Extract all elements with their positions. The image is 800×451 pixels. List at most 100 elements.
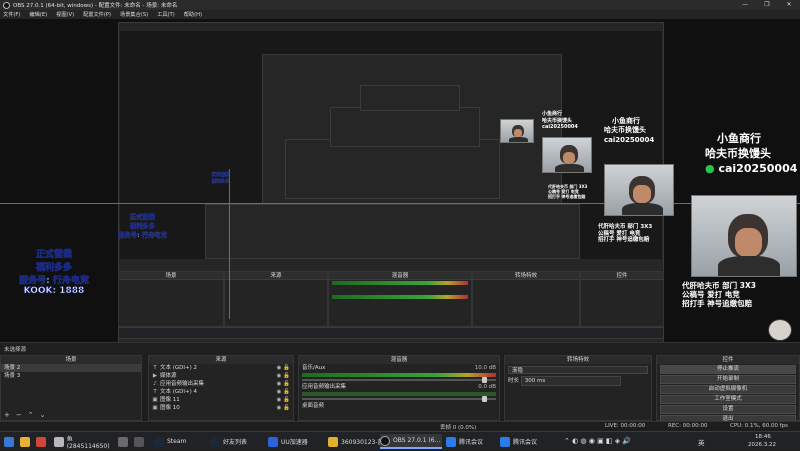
add-icon[interactable]: + xyxy=(4,411,10,419)
source-item[interactable]: ▣ 图像 11 ◉ 🔓 xyxy=(149,396,293,404)
taskbar-label: UU加速器 xyxy=(281,439,308,446)
settings-button[interactable]: 设置 xyxy=(660,405,796,414)
source-item[interactable]: ▣ 图像 10 ◉ 🔓 xyxy=(149,404,293,412)
close-button[interactable]: ✕ xyxy=(778,0,800,10)
menu-profile[interactable]: 配置文件(P) xyxy=(83,11,111,18)
visibility-icon[interactable]: ◉ 🔓 xyxy=(277,396,290,404)
scene-item[interactable]: 场景 2 xyxy=(1,364,141,372)
source-item[interactable]: T 文本 (GDI+) 4 ◉ 🔓 xyxy=(149,388,293,396)
shop-text-small: 小鱼商行 哈夫币换馒头 cai20250004 xyxy=(542,111,578,131)
menu-tools[interactable]: 工具(T) xyxy=(157,11,175,18)
taskbar-item[interactable]: 好友列表 xyxy=(210,434,266,449)
inner-sources-dock: 来源 xyxy=(224,271,328,327)
visibility-icon[interactable]: ◉ 🔓 xyxy=(277,404,290,412)
taskbar-item[interactable]: Steam xyxy=(154,434,206,449)
taskbar-item[interactable]: 360930123-蓝 xyxy=(328,434,388,449)
menu-view[interactable]: 视图(V) xyxy=(56,11,74,18)
start-recording-button[interactable]: 开始录制 xyxy=(660,375,796,384)
remove-icon[interactable]: − xyxy=(16,411,22,419)
audio-meter xyxy=(302,392,496,396)
app-icon xyxy=(134,436,144,447)
duration-row: 时长 300 ms xyxy=(505,376,651,386)
sticker-line-2: 福利多多 xyxy=(35,263,73,274)
webcam-small xyxy=(542,137,592,173)
app-button[interactable] xyxy=(36,434,49,449)
volume-slider[interactable] xyxy=(302,377,496,383)
taskbar-item-active[interactable]: OBS 27.0.1 (6... xyxy=(380,434,442,449)
sticker-line-1: 正式營業 xyxy=(35,250,73,261)
audio-mixer-dock: 混音器 音乐/Aux 10.0 dB 应用音频输出采集 0.0 dB 桌面音频 xyxy=(298,355,500,421)
ad-line-2: 公稿号 爱打 电竞 xyxy=(682,290,740,299)
transition-select[interactable]: 渐隐 xyxy=(508,366,648,374)
source-item[interactable]: T 文本 (GDI+) 2 ◉ 🔓 xyxy=(149,364,293,372)
mixer-channel-1: 音乐/Aux 10.0 dB xyxy=(299,364,499,372)
ad-text-medium: 代肝哈夫币 部门 3X3 公稿号 爱打 电竞 招打手 神号追缴包赔 xyxy=(598,224,652,244)
meeting-icon xyxy=(500,436,510,447)
taskbar-pin[interactable] xyxy=(134,434,147,449)
sticker-line-4: KOOK: 1888 xyxy=(23,286,85,297)
tray-icons[interactable]: ⌃ ◐ ◍ ◉ ▣ ◧ ◈ 🔊 xyxy=(564,437,631,445)
visibility-icon[interactable]: ◉ 🔓 xyxy=(277,364,290,372)
sticker-medium-line-1: 正式營業 xyxy=(129,214,156,222)
shop-text-large: 小鱼商行 哈夫币换馒头 ● cai20250004 xyxy=(705,132,797,177)
studio-mode-button[interactable]: 工作室模式 xyxy=(660,395,796,404)
sticker-large: 正式營業 福利多多 服务号: 行舟电竞 KOOK: 1888 xyxy=(2,247,106,297)
sticker-small-line-2: 福利多多 xyxy=(211,179,230,184)
taskbar-item[interactable]: 鱼(2845114650) xyxy=(54,434,114,450)
inner-sources-title: 来源 xyxy=(225,272,327,280)
stop-streaming-button[interactable]: 停止推流 xyxy=(660,365,796,374)
visibility-icon[interactable]: ◉ 🔓 xyxy=(277,388,290,396)
scene-item[interactable]: 场景 3 xyxy=(1,372,141,380)
windows-logo-icon xyxy=(4,436,14,447)
clock-date[interactable]: 2026.3.22 xyxy=(748,442,776,448)
source-label: 文本 (GDI+) 4 xyxy=(160,389,198,395)
source-item[interactable]: ▶ 媒体源 ◉ 🔓 xyxy=(149,372,293,380)
virtual-camera-button[interactable]: 启动虚拟摄像机 xyxy=(660,385,796,394)
text-icon: T xyxy=(153,365,157,371)
taskbar-pin[interactable] xyxy=(118,434,131,449)
scenes-title: 场景 xyxy=(1,356,141,364)
taskbar-item[interactable]: UU加速器 xyxy=(268,434,326,449)
obs-logo-icon xyxy=(3,1,10,9)
ad-medium-line-3: 招打手 神号追缴包赔 xyxy=(598,237,650,244)
visibility-icon[interactable]: ◉ 🔓 xyxy=(277,380,290,388)
scenes-dock: 场景 场景 2 场景 3 + − ⌃ ⌄ xyxy=(0,355,142,421)
duration-input[interactable]: 300 ms xyxy=(520,376,621,386)
preview-canvas[interactable]: 场景 来源 混音器 转场特效 控件 正式營業 福利多多 服务号: 行舟电竞 KO… xyxy=(0,19,800,342)
image-icon: ▣ xyxy=(152,397,158,403)
visibility-icon[interactable]: ◉ 🔓 xyxy=(277,372,290,380)
controls-dock: 控件 停止推流 开始录制 启动虚拟摄像机 工作室模式 设置 退出 xyxy=(656,355,800,424)
maximize-button[interactable]: ❐ xyxy=(756,0,778,10)
source-item[interactable]: ♪ 应用音频输出采集 ◉ 🔓 xyxy=(149,380,293,388)
taskbar-label: 腾讯会议 xyxy=(513,439,538,446)
volume-slider[interactable] xyxy=(302,396,496,402)
minimize-button[interactable]: — xyxy=(734,0,756,10)
mixer-channel-db: 10.0 dB xyxy=(474,365,496,371)
start-button[interactable] xyxy=(4,434,17,449)
taskbar-item[interactable]: 腾讯会议 xyxy=(500,434,552,449)
menu-file[interactable]: 文件(F) xyxy=(3,11,20,18)
shop-slogan: 哈夫币换馒头 xyxy=(705,146,771,160)
text-icon: T xyxy=(153,389,157,395)
menu-help[interactable]: 帮助(H) xyxy=(184,11,202,18)
sticker-medium-line-2: 福利多多 xyxy=(129,223,156,231)
file-explorer-button[interactable] xyxy=(20,434,33,449)
move-down-icon[interactable]: ⌄ xyxy=(40,411,46,419)
wechat-id: cai20250004 xyxy=(718,161,798,175)
move-up-icon[interactable]: ⌃ xyxy=(28,411,34,419)
recursive-docks-2 xyxy=(205,204,580,259)
clock-time[interactable]: 18:46 xyxy=(755,434,771,440)
language-indicator[interactable]: 英 xyxy=(698,437,705,447)
menu-scene-collection[interactable]: 场景集合(S) xyxy=(120,11,148,18)
wechat-icon: ● xyxy=(705,161,715,175)
mixer-channel-name: 桌面音频 xyxy=(302,403,325,409)
taskbar-label: Steam xyxy=(167,438,187,445)
menu-edit[interactable]: 编辑(E) xyxy=(29,11,47,18)
taskbar-item[interactable]: 腾讯会议 xyxy=(446,434,498,449)
webcam-medium xyxy=(604,164,674,216)
meeting-icon xyxy=(446,436,456,447)
windows-taskbar: 鱼(2845114650) Steam 好友列表 UU加速器 360930123… xyxy=(0,431,800,450)
shop-wechat: ● cai20250004 xyxy=(705,162,797,177)
ad-small-line-3: 招打手 神号追缴包赔 xyxy=(548,193,586,199)
duration-label: 时长 xyxy=(508,378,520,384)
